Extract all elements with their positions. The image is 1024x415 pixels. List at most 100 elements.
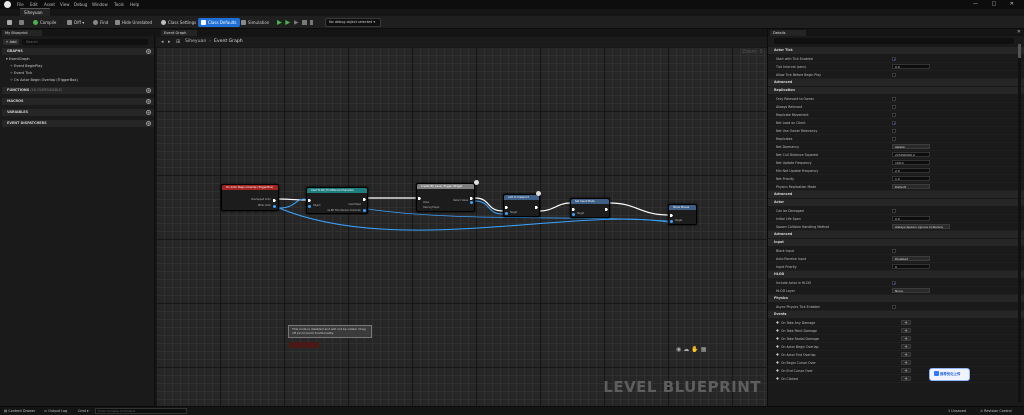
- menu-view[interactable]: View: [60, 2, 70, 7]
- grid-icon[interactable]: ▦: [701, 346, 709, 353]
- property-input[interactable]: 1.0: [892, 176, 930, 181]
- macros-section[interactable]: MACROS +: [2, 98, 154, 105]
- add-event-button[interactable]: +: [901, 336, 911, 341]
- variables-section[interactable]: VARIABLES +: [2, 109, 154, 116]
- details-category[interactable]: Actor Tick: [768, 47, 1024, 54]
- add-variable-icon[interactable]: +: [146, 110, 151, 115]
- property-checkbox[interactable]: [892, 209, 896, 213]
- details-category[interactable]: Advanced: [768, 231, 1024, 238]
- step-icon[interactable]: [293, 20, 299, 25]
- browse-button[interactable]: [16, 18, 29, 27]
- node-cast[interactable]: Cast To BP_ThirdPersonCharacter Object C…: [306, 187, 368, 214]
- debug-object-select[interactable]: No debug object selected ▾: [325, 18, 381, 27]
- node-show-mouse[interactable]: Show Mouse Target: [668, 204, 697, 225]
- property-input[interactable]: 100.0: [892, 160, 930, 165]
- close-icon[interactable]: ✕: [1010, 1, 1020, 7]
- add-event-button[interactable]: +: [901, 368, 911, 373]
- back-arrow-icon[interactable]: ◂: [161, 39, 164, 45]
- tree-item-begin-overlap[interactable]: ⊹ On Actor Begin Overlap (TriggerBox): [10, 78, 78, 83]
- exec-out-pin[interactable]: [273, 199, 276, 202]
- play-options-icon[interactable]: [310, 20, 314, 25]
- target-pin[interactable]: [572, 213, 575, 216]
- property-input[interactable]: 225000000.0: [892, 152, 930, 157]
- tab-event-graph[interactable]: Event Graph: [161, 30, 197, 36]
- add-graph-icon[interactable]: +: [146, 49, 151, 54]
- property-checkbox[interactable]: [892, 129, 896, 133]
- functions-section[interactable]: FUNCTIONS (16 OVERRIDABLE) +: [2, 87, 154, 94]
- property-checkbox[interactable]: [892, 105, 896, 109]
- return-value-pin[interactable]: [470, 201, 473, 204]
- details-category[interactable]: Input: [768, 239, 1024, 246]
- hide-unrelated-button[interactable]: Hide Unrelated: [112, 18, 155, 27]
- add-event-button[interactable]: +: [901, 344, 911, 349]
- node-create-widget[interactable]: Create BP_Level_Trigger Widget Class Own…: [416, 183, 475, 212]
- diff-button[interactable]: Diff ▾: [64, 18, 87, 27]
- minimize-icon[interactable]: —: [973, 1, 984, 7]
- details-category[interactable]: Events: [768, 311, 1024, 318]
- event-dispatchers-section[interactable]: EVENT DISPATCHERS +: [2, 120, 154, 127]
- menu-file[interactable]: File: [17, 2, 24, 7]
- exec-in-pin[interactable]: [670, 214, 673, 217]
- property-select[interactable]: Default: [892, 184, 930, 189]
- output-log-button[interactable]: ▭ Output Log: [44, 409, 67, 413]
- details-category[interactable]: Replication: [768, 87, 1024, 94]
- blueprint-search-input[interactable]: Search: [22, 39, 148, 45]
- floating-upload-badge[interactable]: 推荐优化上传: [929, 368, 970, 381]
- property-checkbox[interactable]: [892, 97, 896, 101]
- as-character-pin[interactable]: [363, 209, 366, 212]
- exec-in-pin[interactable]: [572, 208, 575, 211]
- details-category[interactable]: HLOD: [768, 271, 1024, 278]
- breadcrumb-root[interactable]: Siheyuan: [185, 39, 206, 44]
- details-category[interactable]: Advanced: [768, 191, 1024, 198]
- cmd-dropdown[interactable]: Cmd ▾: [78, 409, 89, 413]
- details-search-input[interactable]: [774, 38, 1014, 44]
- menu-help[interactable]: Help: [130, 2, 139, 7]
- exec-out-pin[interactable]: [535, 206, 538, 209]
- simulation-button[interactable]: Simulation: [238, 18, 272, 27]
- details-scrollbar[interactable]: [1018, 44, 1021, 402]
- tree-item-event-beginplay[interactable]: ⊹ Event BeginPlay: [10, 64, 42, 69]
- class-defaults-button[interactable]: Class Defaults: [198, 18, 240, 27]
- property-select[interactable]: Always Spawn, Ignore Collisions: [892, 224, 950, 229]
- menu-window[interactable]: Window: [92, 2, 108, 7]
- node-add-to-viewport[interactable]: Add to Viewport Target: [503, 194, 540, 217]
- property-select[interactable]: Awake: [892, 144, 930, 149]
- stop-icon[interactable]: [301, 20, 307, 25]
- tree-item-event-tick[interactable]: ⊹ Event Tick: [10, 71, 32, 76]
- add-event-button[interactable]: +: [901, 352, 911, 357]
- content-drawer-button[interactable]: ▤ Content Drawer: [4, 409, 35, 413]
- add-dispatcher-icon[interactable]: +: [146, 121, 151, 126]
- graphs-section[interactable]: GRAPHS +: [2, 48, 154, 55]
- document-tab[interactable]: Siheyuan: [20, 8, 50, 16]
- node-begin-overlap[interactable]: On Actor Begin Overlap (TriggerBox) Over…: [221, 184, 279, 211]
- target-pin[interactable]: [505, 212, 508, 215]
- property-checkbox[interactable]: [892, 121, 896, 125]
- find-button[interactable]: Find: [90, 18, 111, 27]
- console-command-input[interactable]: Enter Console Command: [95, 408, 187, 414]
- menu-edit[interactable]: Edit: [30, 2, 38, 7]
- unsaved-indicator[interactable]: 1 Unsaved: [948, 409, 966, 413]
- menu-asset[interactable]: Asset: [44, 2, 55, 7]
- add-event-button[interactable]: +: [901, 376, 911, 381]
- hand-icon[interactable]: ✋: [691, 346, 700, 353]
- disabled-node[interactable]: [289, 342, 319, 348]
- add-function-icon[interactable]: +: [146, 88, 151, 93]
- property-input[interactable]: 0: [892, 264, 930, 269]
- tree-item-eventgraph[interactable]: ▾ EventGraph: [6, 57, 30, 62]
- class-settings-button[interactable]: Class Settings: [158, 18, 199, 27]
- exec-in-pin[interactable]: [308, 199, 311, 202]
- forward-arrow-icon[interactable]: ▸: [168, 39, 171, 45]
- property-checkbox[interactable]: [892, 73, 896, 77]
- property-checkbox[interactable]: [892, 281, 896, 285]
- exec-out-pin[interactable]: [363, 198, 366, 201]
- add-event-button[interactable]: +: [901, 360, 911, 365]
- exec-out-pin[interactable]: [470, 197, 473, 200]
- property-input[interactable]: 0.0: [892, 216, 930, 221]
- add-event-button[interactable]: +: [901, 320, 911, 325]
- property-select[interactable]: Disabled: [892, 256, 930, 261]
- property-input[interactable]: 2.0: [892, 168, 930, 173]
- window-controls[interactable]: — □ ✕: [973, 1, 1020, 7]
- add-event-button[interactable]: +: [901, 328, 911, 333]
- play-icon[interactable]: [277, 20, 282, 25]
- revision-control-button[interactable]: ⚠ Revision Control: [980, 409, 1012, 413]
